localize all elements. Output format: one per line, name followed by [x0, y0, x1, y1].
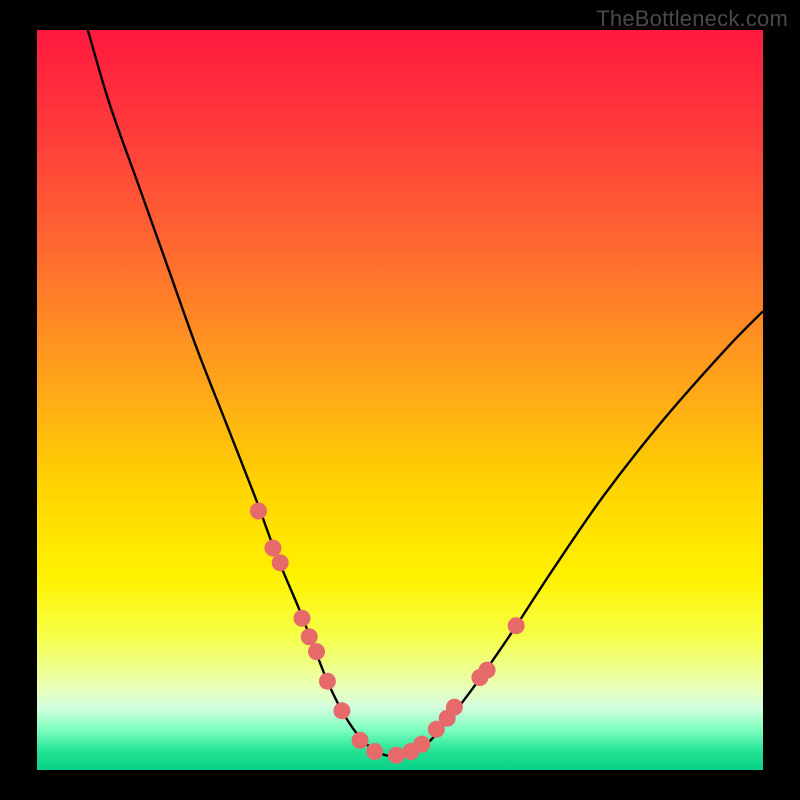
marker-point	[293, 610, 310, 627]
marker-point	[388, 747, 405, 764]
marker-point	[508, 617, 525, 634]
marker-point	[446, 699, 463, 716]
marker-point	[352, 732, 369, 749]
watermark-text: TheBottleneck.com	[596, 6, 788, 32]
chart-container: TheBottleneck.com	[0, 0, 800, 800]
marker-point	[308, 643, 325, 660]
marker-point	[413, 736, 430, 753]
marker-point	[333, 702, 350, 719]
marker-point	[319, 673, 336, 690]
marker-point	[301, 628, 318, 645]
marker-point	[479, 662, 496, 679]
marker-point	[250, 503, 267, 520]
plot-area	[37, 30, 763, 770]
marker-point	[264, 540, 281, 557]
gradient-background	[37, 30, 763, 770]
marker-point	[366, 743, 383, 760]
bottleneck-chart	[37, 30, 763, 770]
marker-point	[272, 554, 289, 571]
